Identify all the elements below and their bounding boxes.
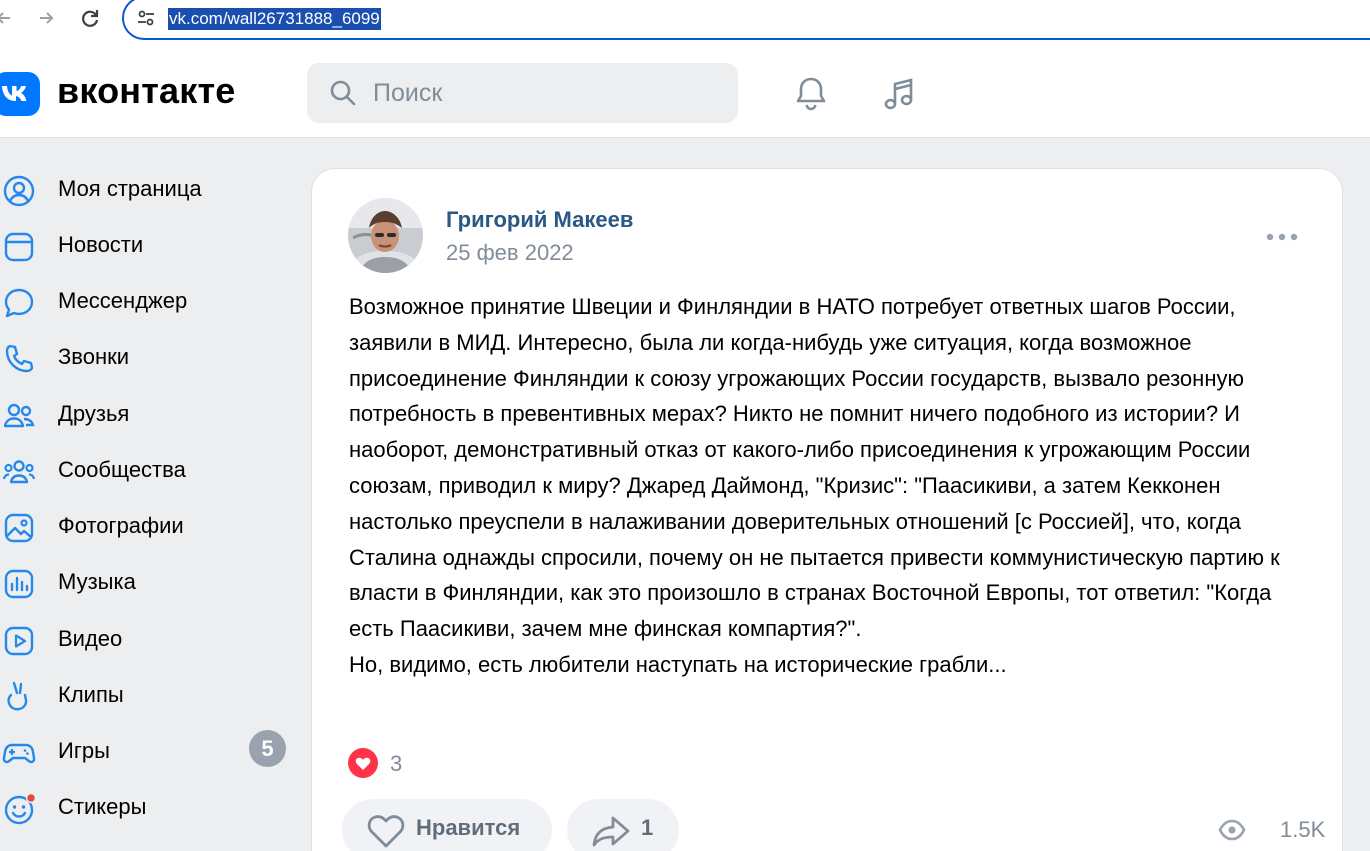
sidebar-item-label: Сообщества: [58, 457, 186, 482]
friends-icon: [3, 403, 35, 428]
vk-wordmark[interactable]: вконтакте: [57, 70, 236, 112]
music-icon: [4, 569, 34, 599]
url-text[interactable]: vk.com/wall26731888_6099: [168, 8, 381, 30]
post-text: Возможное принятие Швеции и Финляндии в …: [349, 294, 1280, 677]
heart-reaction-icon: [348, 748, 378, 778]
reload-button[interactable]: [78, 4, 102, 32]
sidebar-item-label: Новости: [58, 232, 144, 257]
more-options-icon[interactable]: [1264, 227, 1300, 247]
phone-icon: [5, 344, 34, 373]
photo-icon: [4, 513, 34, 543]
clips-icon: [7, 681, 28, 711]
sidebar-item-label: Мессенджер: [58, 288, 188, 313]
communities-icon: [2, 460, 36, 484]
arrow-left-icon: [0, 12, 10, 24]
sidebar-item-stickers[interactable]: Стикеры: [0, 784, 300, 830]
sidebar-item-messenger[interactable]: Мессенджер: [0, 278, 300, 324]
sidebar-item-calls[interactable]: Звонки: [0, 334, 300, 380]
post-date[interactable]: 25 фев 2022: [446, 240, 574, 266]
reactions-summary[interactable]: 3: [348, 746, 402, 780]
games-badge: 5: [249, 730, 286, 767]
sidebar-item-label: Музыка: [58, 569, 136, 594]
site-settings-icon[interactable]: [136, 8, 156, 28]
search-box[interactable]: [307, 63, 738, 123]
sidebar-item-label: Клипы: [58, 682, 124, 707]
sidebar-item-label: Стикеры: [58, 794, 147, 819]
sidebar-item-label: Видео: [58, 626, 123, 651]
wall-post: Григорий Макеев 25 фев 2022 Возможное пр…: [311, 168, 1343, 851]
sidebar-item-video[interactable]: Видео: [0, 616, 300, 662]
vk-logo[interactable]: [0, 72, 40, 116]
site-header: вконтакте: [0, 46, 1370, 138]
avatar-photo: [348, 198, 423, 273]
post-author-name[interactable]: Григорий Макеев: [446, 207, 633, 233]
arrow-right-icon: [40, 12, 54, 24]
reload-icon: [82, 10, 99, 27]
user-circle-icon: [3, 175, 35, 207]
heart-outline-icon: [367, 815, 405, 848]
sidebar-item-my-page[interactable]: Моя страница: [0, 166, 300, 212]
browser-toolbar: vk.com/wall26731888_6099: [0, 0, 1370, 46]
reaction-count: 3: [390, 751, 403, 776]
sidebar-item-games[interactable]: Игры 5: [0, 728, 300, 774]
vk-logo-icon: [2, 86, 27, 101]
like-button[interactable]: Нравится: [342, 799, 552, 851]
bell-icon[interactable]: [791, 74, 831, 114]
sidebar-item-label: Игры: [58, 738, 110, 763]
news-icon: [4, 232, 34, 262]
views-count: 1.5K: [1280, 817, 1326, 842]
sidebar-item-label: Фотографии: [58, 513, 184, 538]
sidebar-item-label: Звонки: [58, 344, 130, 369]
sidebar-item-photos[interactable]: Фотографии: [0, 503, 300, 549]
back-button[interactable]: [0, 4, 16, 32]
stickers-icon: [4, 792, 36, 825]
views-counter: 1.5K: [1218, 815, 1325, 845]
sidebar-item-label: Моя страница: [58, 176, 202, 201]
message-icon: [4, 288, 34, 318]
share-count: 1: [641, 815, 654, 840]
sidebar-item-friends[interactable]: Друзья: [0, 391, 300, 437]
eye-icon: [1218, 819, 1246, 841]
author-avatar[interactable]: [348, 198, 423, 273]
games-icon: [2, 743, 36, 764]
sidebar-item-news[interactable]: Новости: [0, 222, 300, 268]
search-icon: [330, 80, 356, 106]
forward-button[interactable]: [34, 4, 58, 32]
share-icon: [592, 816, 630, 847]
search-input[interactable]: [373, 63, 713, 123]
video-icon: [4, 626, 34, 656]
share-button[interactable]: 1: [567, 799, 679, 851]
sidebar-item-music[interactable]: Музыка: [0, 559, 300, 605]
music-note-icon[interactable]: [880, 74, 920, 114]
sidebar-item-communities[interactable]: Сообщества: [0, 447, 300, 493]
sidebar-item-label: Друзья: [58, 401, 130, 426]
sidebar-item-clips[interactable]: Клипы: [0, 672, 300, 718]
like-label: Нравится: [416, 815, 521, 840]
